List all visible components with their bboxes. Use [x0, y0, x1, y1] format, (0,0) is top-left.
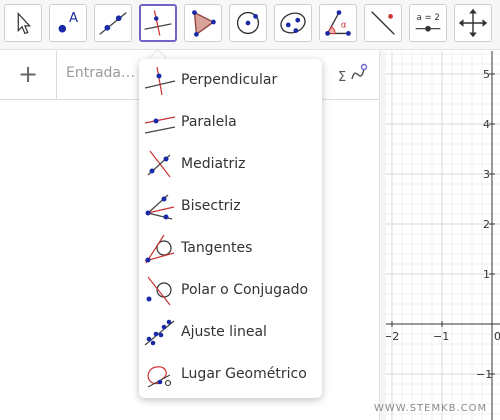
perpendicular-tool-button[interactable]: [139, 4, 177, 42]
slider-tool-button[interactable]: a = 2: [409, 4, 447, 42]
menu-item-label: Polar o Conjugado: [181, 282, 309, 298]
menu-item-ajuste-lineal[interactable]: Ajuste lineal: [139, 311, 322, 353]
y-tick-label: −1: [476, 368, 492, 381]
slider-icon: a = 2: [415, 13, 441, 32]
x-tick-label: 0: [494, 330, 500, 343]
point-tool-button[interactable]: A: [49, 4, 87, 42]
svg-text:Σ: Σ: [338, 70, 346, 85]
point-tool-letter: A: [69, 11, 78, 26]
best-fit-line-icon: [144, 319, 175, 346]
menu-item-label: Paralela: [181, 114, 237, 130]
parallel-icon: [144, 116, 176, 134]
polar-line-icon: [146, 276, 172, 306]
move-graphics-tool-button[interactable]: [454, 4, 492, 42]
tangents-icon: [144, 234, 175, 264]
menu-item-tangentes[interactable]: Tangentes: [139, 227, 322, 269]
slider-tool-label: a = 2: [417, 13, 440, 23]
menu-item-polar[interactable]: Polar o Conjugado: [139, 269, 322, 311]
locus-icon: [147, 366, 172, 388]
angle-tool-alpha: α: [341, 21, 347, 31]
menu-item-label: Lugar Geométrico: [181, 366, 307, 382]
circle-tool-button[interactable]: [229, 4, 267, 42]
reflect-line-icon: [371, 11, 395, 35]
perpendicular-icon: [144, 66, 176, 96]
menu-item-label: Bisectriz: [181, 198, 241, 214]
perpendicular-bisector-icon: [147, 150, 171, 178]
watermark: WWW.STEMKB.COM: [374, 403, 488, 414]
y-tick-label: 4: [483, 118, 490, 131]
line-through-two-points-icon: [99, 12, 127, 35]
angle-icon: α: [325, 10, 351, 36]
cursor-arrow-icon: [17, 11, 32, 35]
x-tick-label: −1: [433, 330, 449, 343]
graphics-view[interactable]: −2 −1 0 5 4 3 2 1 −1: [386, 51, 500, 420]
conic-tool-button[interactable]: [274, 4, 312, 42]
angle-bisector-icon: [145, 194, 175, 220]
menu-item-paralela[interactable]: Paralela: [139, 101, 322, 143]
menu-item-bisectriz[interactable]: Bisectriz: [139, 185, 322, 227]
y-tick-label: 2: [483, 218, 490, 231]
menu-item-label: Perpendicular: [181, 72, 278, 88]
ellipse-icon: [280, 12, 306, 34]
add-item-cell[interactable]: +: [0, 51, 57, 100]
y-tick-label: 3: [483, 168, 490, 181]
menu-item-mediatriz[interactable]: Mediatriz: [139, 143, 322, 185]
perpendicular-line-icon: [144, 10, 172, 36]
add-item-button[interactable]: +: [18, 61, 38, 87]
y-tick-label: 1: [483, 268, 490, 281]
menu-item-label: Tangentes: [181, 240, 253, 256]
perpendicular-tool-menu: Perpendicular Paralela Mediatriz Bisectr…: [139, 59, 322, 398]
toolbar: A α a = 2: [0, 0, 500, 50]
menu-item-label: Mediatriz: [181, 156, 246, 172]
view-divider[interactable]: [379, 51, 386, 420]
menu-item-lugar-geometrico[interactable]: Lugar Geométrico: [139, 353, 322, 395]
circle-center-point-icon: [236, 11, 260, 35]
polygon-icon: [192, 10, 216, 37]
move-tool-button[interactable]: [4, 4, 42, 42]
graphics-canvas[interactable]: −2 −1 0 5 4 3 2 1 −1: [386, 51, 500, 420]
input-bar[interactable]: Entrada…: [66, 65, 135, 81]
angle-tool-button[interactable]: α: [319, 4, 357, 42]
menu-item-label: Ajuste lineal: [181, 324, 267, 340]
polygon-tool-button[interactable]: [184, 4, 222, 42]
y-tick-label: 5: [483, 68, 490, 81]
move-arrows-icon: [458, 8, 488, 38]
point-a-icon: A: [58, 11, 78, 33]
line-tool-button[interactable]: [94, 4, 132, 42]
menu-item-perpendicular[interactable]: Perpendicular: [139, 59, 322, 101]
formula-keyboard-button[interactable]: Σ: [334, 51, 380, 100]
x-tick-label: −2: [386, 330, 399, 343]
formula-keyboard-icon: Σ: [338, 63, 368, 85]
reflect-tool-button[interactable]: [364, 4, 402, 42]
